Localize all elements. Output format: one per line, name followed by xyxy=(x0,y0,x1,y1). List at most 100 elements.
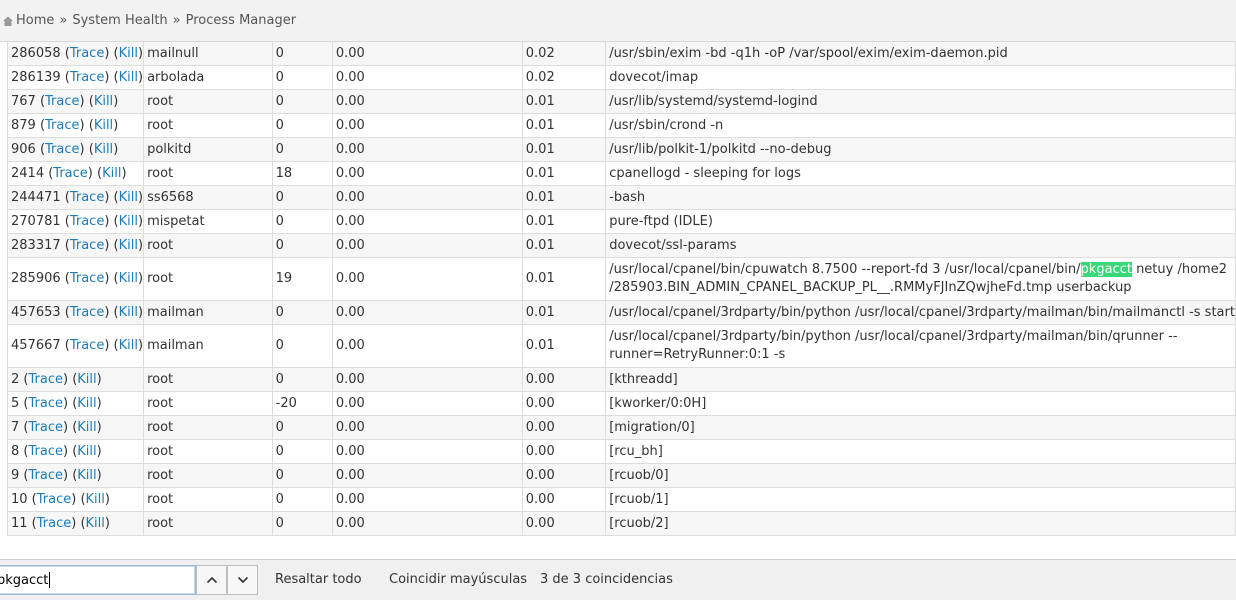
trace-link[interactable]: Trace xyxy=(70,214,105,229)
table-row: 457667 (Trace) (Kill) mailman 0 0.00 0.01/us… xyxy=(6,324,1236,368)
find-next-button[interactable] xyxy=(227,565,258,595)
text-caret xyxy=(49,572,51,588)
priority-cell: 0 xyxy=(271,185,333,210)
pid-cell: 2 (Trace) (Kill) xyxy=(6,367,145,392)
match-case-toggle[interactable]: Coincidir mayúsculas xyxy=(389,572,527,587)
priority-cell: 0 xyxy=(271,324,333,368)
cpu-cell: 0.00 xyxy=(331,65,523,90)
find-bar: pkgacct Resaltar todo Coincidir mayúscul… xyxy=(0,559,1236,600)
kill-link[interactable]: Kill xyxy=(86,516,105,531)
kill-link[interactable]: Kill xyxy=(119,338,138,353)
user-cell: mailman xyxy=(143,324,273,368)
memory-cell: 0.00 xyxy=(521,463,607,488)
pid-value: 457667 ( xyxy=(11,338,70,353)
pid-cell: 457667 (Trace) (Kill) xyxy=(6,324,145,368)
command-cell: /usr/sbin/crond -n xyxy=(605,113,1236,138)
pid-cell: 286058 (Trace) (Kill) xyxy=(6,42,145,66)
memory-cell: 0.01 xyxy=(521,300,607,325)
command-cell: /usr/local/cpanel/3rdparty/bin/python /u… xyxy=(605,324,1236,368)
trace-link[interactable]: Trace xyxy=(45,94,80,109)
kill-link[interactable]: Kill xyxy=(94,94,113,109)
kill-link[interactable]: Kill xyxy=(119,238,138,253)
trace-link[interactable]: Trace xyxy=(28,444,63,459)
trace-link[interactable]: Trace xyxy=(28,420,63,435)
trace-link[interactable]: Trace xyxy=(45,118,80,133)
kill-link[interactable]: Kill xyxy=(119,271,138,286)
paren-text: ) xyxy=(113,93,119,109)
trace-link[interactable]: Trace xyxy=(70,238,105,253)
find-previous-button[interactable] xyxy=(196,565,227,595)
trace-link[interactable]: Trace xyxy=(70,305,105,320)
trace-link[interactable]: Trace xyxy=(37,516,72,531)
command-cell: pure-ftpd (IDLE) xyxy=(605,209,1236,234)
cpu-cell: 0.00 xyxy=(331,463,523,488)
user-cell: root xyxy=(143,367,273,392)
kill-link[interactable]: Kill xyxy=(77,420,96,435)
pid-value: 285906 ( xyxy=(11,271,70,286)
priority-cell: 0 xyxy=(271,233,333,258)
command-cell: [migration/0] xyxy=(605,415,1236,440)
breadcrumb-home[interactable]: Home xyxy=(16,13,54,28)
kill-link[interactable]: Kill xyxy=(94,118,113,133)
paren-text: ) xyxy=(138,304,144,320)
paren-text: ) ( xyxy=(71,515,86,531)
kill-link[interactable]: Kill xyxy=(119,190,138,205)
pid-value: 270781 ( xyxy=(11,213,70,229)
process-table-container[interactable]: 286058 (Trace) (Kill) mailnull 0 0.00 0.02/u… xyxy=(0,42,1236,559)
paren-text: ) xyxy=(138,69,144,85)
cpu-cell: 0.00 xyxy=(331,300,523,325)
user-cell: root xyxy=(143,89,273,114)
kill-link[interactable]: Kill xyxy=(77,468,96,483)
paren-text: ) xyxy=(104,491,110,507)
kill-link[interactable]: Kill xyxy=(119,305,138,320)
paren-text: ) ( xyxy=(62,395,78,411)
kill-link[interactable]: Kill xyxy=(119,214,138,229)
paren-text: ) ( xyxy=(62,371,78,387)
priority-cell: 0 xyxy=(271,463,333,488)
table-row: 244471 (Trace) (Kill) ss6568 0 0.00 0.01 -bas… xyxy=(6,185,1236,210)
cpu-cell: 0.00 xyxy=(331,209,523,234)
find-input[interactable]: pkgacct xyxy=(0,565,196,595)
trace-link[interactable]: Trace xyxy=(28,396,63,411)
table-row: 10 (Trace) (Kill) root 0 0.00 0.00 [rcuob/1] xyxy=(6,487,1236,512)
paren-text: ) xyxy=(96,467,102,483)
paren-text: ) xyxy=(113,117,119,133)
trace-link[interactable]: Trace xyxy=(70,70,105,85)
kill-link[interactable]: Kill xyxy=(86,492,105,507)
breadcrumb-system-health[interactable]: System Health xyxy=(72,13,167,28)
highlight-all-toggle[interactable]: Resaltar todo xyxy=(275,572,362,587)
kill-link[interactable]: Kill xyxy=(102,166,121,181)
trace-link[interactable]: Trace xyxy=(70,46,105,61)
kill-link[interactable]: Kill xyxy=(119,46,138,61)
trace-link[interactable]: Trace xyxy=(28,372,63,387)
cpu-cell: 0.00 xyxy=(331,233,523,258)
trace-link[interactable]: Trace xyxy=(70,338,105,353)
priority-cell: 0 xyxy=(271,439,333,464)
kill-link[interactable]: Kill xyxy=(77,396,96,411)
table-row: 283317 (Trace) (Kill) root 0 0.00 0.01 doveco… xyxy=(6,233,1236,258)
kill-link[interactable]: Kill xyxy=(94,142,113,157)
trace-link[interactable]: Trace xyxy=(53,166,88,181)
command-cell: [kworker/0:0H] xyxy=(605,391,1236,416)
kill-link[interactable]: Kill xyxy=(77,444,96,459)
table-row: 270781 (Trace) (Kill) mispetat 0 0.00 0.01 pu… xyxy=(6,209,1236,234)
cpu-cell: 0.00 xyxy=(331,137,523,162)
command-cell: dovecot/ssl-params xyxy=(605,233,1236,258)
pid-cell: 457653 (Trace) (Kill) xyxy=(6,300,145,325)
priority-cell: 0 xyxy=(271,300,333,325)
trace-link[interactable]: Trace xyxy=(70,271,105,286)
kill-link[interactable]: Kill xyxy=(77,372,96,387)
memory-cell: 0.01 xyxy=(521,233,607,258)
trace-link[interactable]: Trace xyxy=(37,492,72,507)
trace-link[interactable]: Trace xyxy=(70,190,105,205)
home-icon[interactable] xyxy=(2,15,14,27)
memory-cell: 0.00 xyxy=(521,391,607,416)
trace-link[interactable]: Trace xyxy=(28,468,63,483)
priority-cell: 0 xyxy=(271,113,333,138)
trace-link[interactable]: Trace xyxy=(45,142,80,157)
find-input-value: pkgacct xyxy=(0,572,49,588)
paren-text: ) ( xyxy=(87,165,103,181)
table-row: 11 (Trace) (Kill) root 0 0.00 0.00 [rcuob/2] xyxy=(6,511,1236,536)
highlight-all-label: Resaltar todo xyxy=(275,572,362,587)
kill-link[interactable]: Kill xyxy=(119,70,138,85)
